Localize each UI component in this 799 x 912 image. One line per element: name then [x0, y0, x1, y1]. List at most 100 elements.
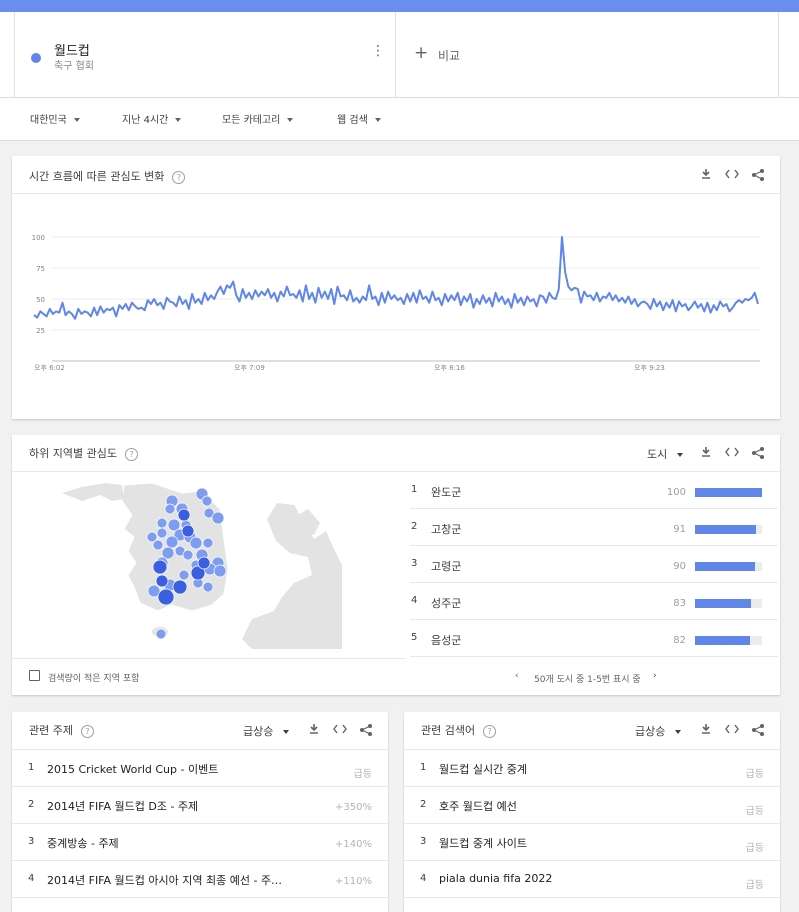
resolution-dropdown[interactable]: 도시 [647, 446, 684, 462]
download-icon[interactable] [698, 168, 714, 182]
row-value: +110% [335, 876, 372, 887]
filter-category[interactable]: 모든 카테고리 [222, 111, 294, 126]
regional-title-text: 하위 지역별 관심도 [29, 447, 117, 460]
row-rank: 2 [420, 799, 427, 810]
row-rank: 3 [28, 836, 35, 847]
region-rank: 1 [411, 484, 418, 495]
region-name: 고창군 [431, 523, 462, 536]
row-label: piala dunia fifa 2022 [439, 872, 553, 885]
row-label: 2014년 FIFA 월드컵 아시아 지역 최종 예선 - 주… [47, 874, 283, 887]
region-value: 91 [673, 524, 686, 535]
share-icon[interactable] [358, 723, 374, 737]
related-topic-row[interactable]: 2 2014년 FIFA 월드컵 D조 - 주제 +350% [12, 787, 388, 824]
pager-prev-icon[interactable]: ‹ [515, 671, 519, 681]
region-bar [695, 599, 751, 608]
row-value: +140% [335, 839, 372, 850]
interest-over-time-title: 시간 흐름에 따른 관심도 변화? [29, 168, 186, 184]
sort-label: 급상승 [243, 725, 274, 738]
sort-dropdown[interactable]: 급상승 [243, 723, 290, 739]
region-name: 완도군 [431, 486, 462, 499]
more-vert-icon[interactable]: ⋮ [371, 44, 385, 58]
region-bar-track [695, 636, 762, 645]
interest-over-time-card: 시간 흐름에 따른 관심도 변화? 25 50 75 100 오후 6:02 오후 7:0… [12, 156, 780, 419]
card-divider [12, 658, 406, 659]
row-rank: 4 [28, 873, 35, 884]
top-accent-bar [0, 0, 799, 12]
card-tools [698, 723, 768, 737]
caret-down-icon [677, 453, 684, 457]
download-icon[interactable] [698, 723, 714, 737]
related-queries-title: 관련 검색어? [421, 722, 497, 738]
share-icon[interactable] [750, 168, 766, 182]
term-bar: 월드컵 축구 협회 ⋮ + 비교 [0, 12, 799, 98]
region-bar [695, 488, 762, 497]
embed-icon[interactable] [724, 446, 740, 460]
filter-property-label: 웹 검색 [337, 115, 368, 126]
related-query-row[interactable]: 1 월드컵 실시간 중계 급등 [404, 750, 780, 787]
region-rank: 2 [411, 521, 418, 532]
regional-interest-card: 하위 지역별 관심도? 도시 1 완도군 100 2 고창군 91 3 고령군 90 4 성주… [12, 435, 780, 695]
filter-bar: 대한민국 지난 4시간 모든 카테고리 웹 검색 [0, 98, 799, 141]
filter-category-label: 모든 카테고리 [222, 115, 281, 126]
help-icon[interactable]: ? [172, 170, 186, 184]
region-row[interactable]: 3 고령군 90 [410, 546, 778, 583]
related-query-row[interactable]: 2 호주 월드컵 예선 급등 [404, 787, 780, 824]
resolution-label: 도시 [647, 448, 668, 461]
series-line [33, 236, 759, 320]
low-volume-checkbox[interactable] [29, 670, 40, 681]
related-query-row[interactable]: 3 월드컵 중계 사이트 급등 [404, 824, 780, 861]
embed-icon[interactable] [724, 168, 740, 182]
term-color-dot [31, 53, 41, 63]
compare-button[interactable]: + 비교 [396, 12, 779, 98]
share-icon[interactable] [750, 723, 766, 737]
interest-line-chart: 25 50 75 100 오후 6:02 오후 7:09 오후 8:16 오후 9:23 [32, 234, 760, 372]
sort-label: 급상승 [635, 725, 666, 738]
download-icon[interactable] [698, 446, 714, 460]
sort-dropdown[interactable]: 급상승 [635, 723, 682, 739]
filter-time-label: 지난 4시간 [122, 115, 169, 126]
related-topics-card: 관련 주제? 급상승 1 2015 Cricket World Cup - 이벤트… [12, 712, 388, 912]
region-value: 100 [666, 487, 686, 498]
row-value: 급등 [745, 769, 764, 780]
region-map[interactable] [62, 479, 342, 649]
region-row[interactable]: 4 성주군 83 [410, 583, 778, 620]
region-bar [695, 525, 756, 534]
share-icon[interactable] [750, 446, 766, 460]
related-topics-title-text: 관련 주제 [29, 724, 73, 737]
region-name: 성주군 [431, 597, 462, 610]
filter-time[interactable]: 지난 4시간 [122, 111, 182, 126]
related-query-row[interactable]: 4 piala dunia fifa 2022 급등 [404, 861, 780, 898]
region-row[interactable]: 1 완도군 100 [410, 472, 778, 509]
region-name: 음성군 [431, 634, 462, 647]
caret-down-icon [283, 730, 290, 734]
related-topic-row[interactable]: 3 중계방송 - 주제 +140% [12, 824, 388, 861]
low-volume-label: 검색량이 적은 지역 포함 [48, 674, 140, 684]
caret-down-icon [175, 118, 182, 122]
search-term-card[interactable]: 월드컵 축구 협회 ⋮ [14, 12, 396, 98]
help-icon[interactable]: ? [483, 724, 497, 738]
embed-icon[interactable] [332, 723, 348, 737]
caret-down-icon [374, 118, 381, 122]
download-icon[interactable] [306, 723, 322, 737]
filter-geo-label: 대한민국 [30, 115, 67, 126]
filter-property[interactable]: 웹 검색 [337, 111, 381, 126]
region-row[interactable]: 2 고창군 91 [410, 509, 778, 546]
filter-geo[interactable]: 대한민국 [30, 111, 80, 126]
region-row[interactable]: 5 음성군 82 [410, 620, 778, 657]
embed-icon[interactable] [724, 723, 740, 737]
related-topic-row[interactable]: 4 2014년 FIFA 월드컵 아시아 지역 최종 예선 - 주… +110% [12, 861, 388, 898]
related-topic-row[interactable]: 1 2015 Cricket World Cup - 이벤트 급등 [12, 750, 388, 787]
pager-next-icon[interactable]: › [653, 671, 657, 681]
x-tick-label: 오후 8:16 [434, 364, 465, 372]
row-value: 급등 [353, 769, 372, 780]
compare-label: 비교 [438, 49, 461, 63]
row-label: 중계방송 - 주제 [47, 837, 119, 850]
region-bar [695, 562, 756, 571]
caret-down-icon [73, 118, 80, 122]
card-tools [306, 723, 376, 737]
row-label: 2014년 FIFA 월드컵 D조 - 주제 [47, 800, 199, 813]
x-tick-label: 오후 7:09 [234, 364, 265, 372]
help-icon[interactable]: ? [124, 447, 138, 461]
x-tick-label: 오후 9:23 [634, 364, 665, 372]
help-icon[interactable]: ? [80, 724, 94, 738]
